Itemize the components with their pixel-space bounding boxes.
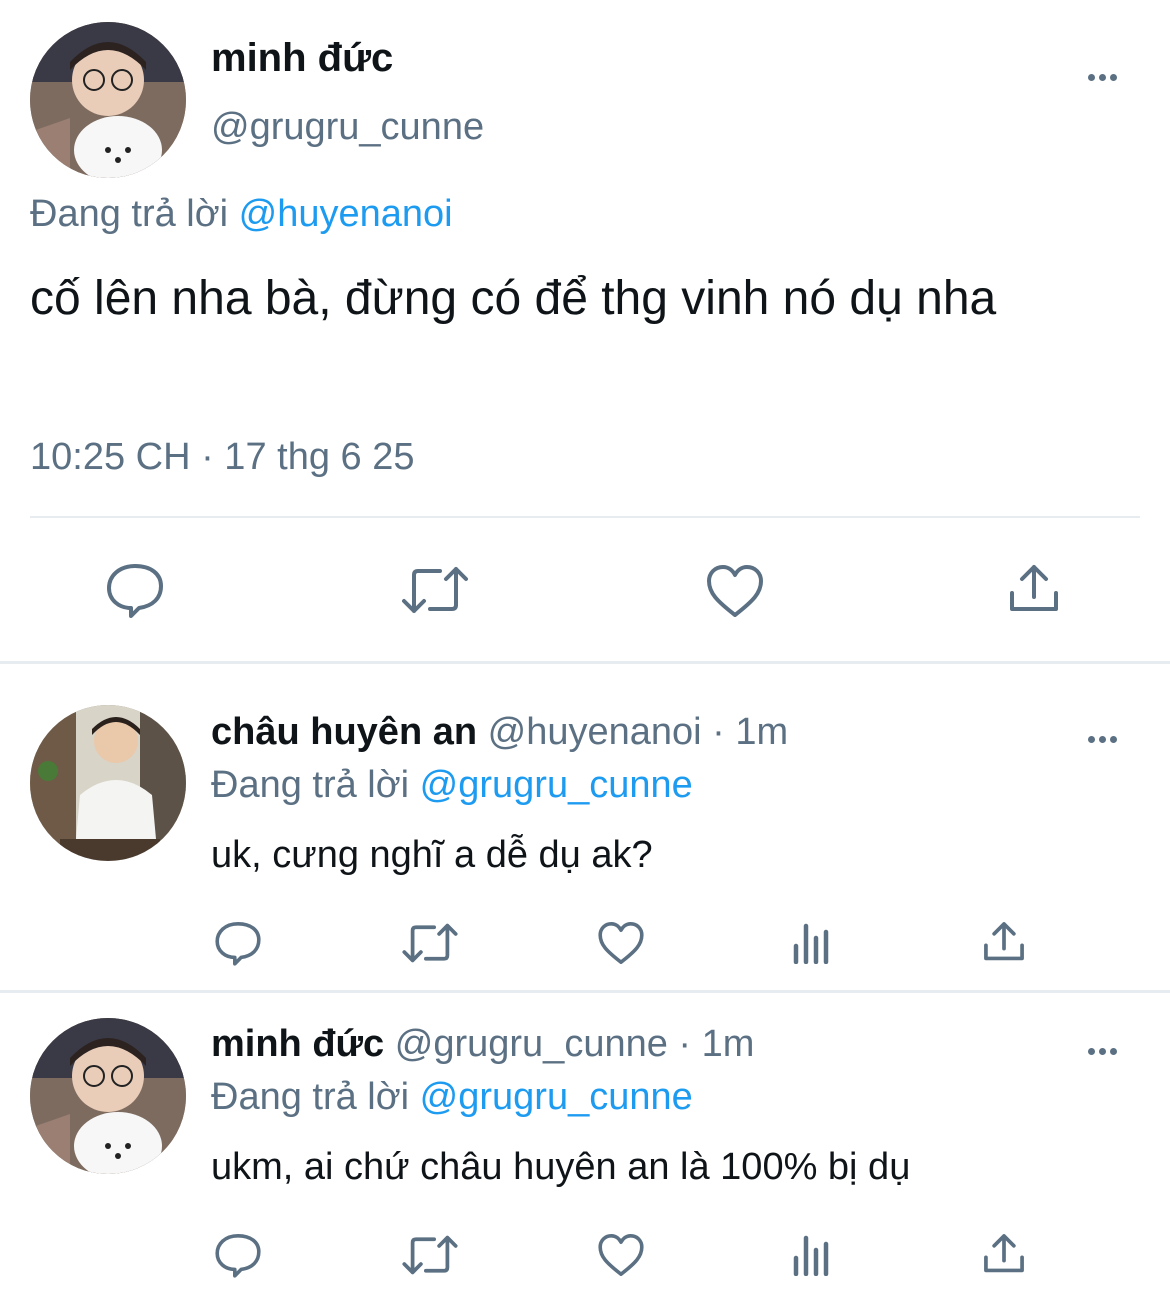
share-icon[interactable]: [981, 920, 1027, 964]
replying-to-link[interactable]: @grugru_cunne: [420, 764, 693, 806]
avatar-reply-1[interactable]: [30, 705, 186, 861]
replying-to: Đang trả lời @huyenanoi: [30, 193, 453, 236]
dot-icon: [1110, 74, 1117, 81]
reply-icon[interactable]: [214, 920, 262, 966]
more-options-button[interactable]: [1088, 730, 1121, 748]
share-icon[interactable]: [1006, 563, 1062, 615]
analytics-icon[interactable]: [792, 1232, 834, 1276]
avatar-photo-icon: [30, 1018, 186, 1174]
dot-icon: [1088, 1048, 1095, 1055]
share-icon[interactable]: [981, 1232, 1027, 1276]
replying-prefix: Đang trả lời: [211, 1076, 410, 1118]
retweet-icon[interactable]: [401, 922, 459, 964]
replying-prefix: Đang trả lời: [30, 193, 229, 235]
divider: [0, 990, 1170, 993]
like-icon[interactable]: [597, 920, 645, 966]
reply-text: ukm, ai chứ châu huyên an là 100% bị dụ: [211, 1146, 911, 1188]
replying-to-link[interactable]: @huyenanoi: [239, 193, 453, 235]
replying-to: Đang trả lời @grugru_cunne: [211, 764, 693, 807]
divider: [0, 661, 1170, 664]
reply-1-header: châu huyên an @huyenanoi · 1m: [211, 711, 788, 754]
avatar-photo-icon: [30, 705, 186, 861]
divider: [30, 516, 1140, 518]
replying-to-link[interactable]: @grugru_cunne: [420, 1076, 693, 1118]
author-handle[interactable]: @huyenanoi: [488, 711, 702, 753]
dot-icon: [1099, 74, 1106, 81]
retweet-icon[interactable]: [401, 1234, 459, 1276]
more-options-button[interactable]: [1088, 68, 1121, 86]
dot-icon: [1110, 1048, 1117, 1055]
author-name[interactable]: minh đức: [211, 36, 393, 81]
author-name[interactable]: minh đức: [211, 1023, 384, 1065]
dot-icon: [1088, 74, 1095, 81]
more-options-button[interactable]: [1088, 1042, 1121, 1060]
reply-time[interactable]: · 1m: [712, 711, 788, 753]
author-handle[interactable]: @grugru_cunne: [395, 1023, 668, 1065]
avatar-main[interactable]: [30, 22, 186, 178]
reply-text: uk, cưng nghĩ a dễ dụ ak?: [211, 834, 653, 876]
analytics-icon[interactable]: [792, 920, 834, 964]
retweet-icon[interactable]: [400, 565, 470, 615]
author-name[interactable]: châu huyên an: [211, 711, 477, 753]
avatar-reply-2[interactable]: [30, 1018, 186, 1174]
reply-2-header: minh đức @grugru_cunne · 1m: [211, 1023, 754, 1066]
dot-icon: [1088, 736, 1095, 743]
reply-icon[interactable]: [214, 1232, 262, 1278]
tweet-timestamp[interactable]: 10:25 CH · 17 thg 6 25: [30, 436, 414, 479]
like-icon[interactable]: [597, 1232, 645, 1278]
avatar-photo-icon: [30, 22, 186, 178]
tweet-text: cố lên nha bà, đừng có để thg vinh nó dụ…: [30, 272, 997, 325]
reply-icon[interactable]: [105, 562, 165, 618]
author-handle[interactable]: @grugru_cunne: [211, 106, 484, 149]
dot-icon: [1110, 736, 1117, 743]
dot-icon: [1099, 736, 1106, 743]
like-icon[interactable]: [705, 563, 765, 619]
reply-time[interactable]: · 1m: [678, 1023, 754, 1065]
replying-prefix: Đang trả lời: [211, 764, 410, 806]
dot-icon: [1099, 1048, 1106, 1055]
replying-to: Đang trả lời @grugru_cunne: [211, 1076, 693, 1119]
